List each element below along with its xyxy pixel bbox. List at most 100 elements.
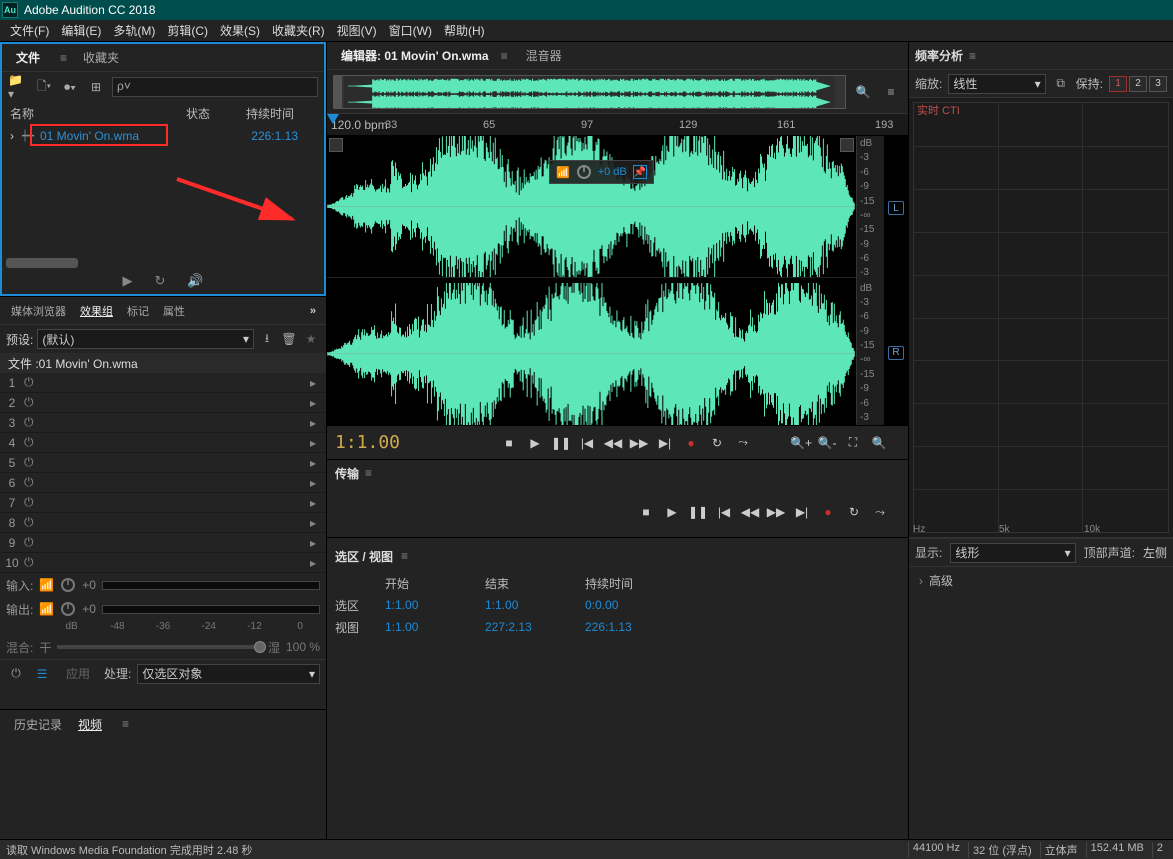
horizontal-scrollbar[interactable] xyxy=(6,258,78,268)
hold-button-1[interactable]: 1 xyxy=(1109,76,1127,92)
channel-left[interactable]: 📶 +0 dB 📌 xyxy=(327,136,856,278)
more-tabs-icon[interactable]: » xyxy=(303,303,322,319)
spectral-toggle-icon[interactable]: ≡ xyxy=(880,85,902,99)
record-button[interactable]: ● xyxy=(679,432,703,454)
channel-right[interactable] xyxy=(327,283,856,425)
frequency-plot[interactable]: 实时 CTI Hz 5k 10k xyxy=(909,98,1173,538)
loop-icon[interactable]: ↻ xyxy=(154,273,165,289)
input-gain-dial[interactable] xyxy=(60,577,76,593)
chevron-right-icon[interactable]: ▸ xyxy=(310,516,326,530)
fx-slot[interactable]: 2⏻▸ xyxy=(0,393,326,413)
power-icon[interactable]: ⏻ xyxy=(24,375,42,390)
chevron-right-icon[interactable]: ▸ xyxy=(310,536,326,550)
favorite-icon[interactable]: ★ xyxy=(302,332,320,346)
skip-end-button[interactable]: ▶| xyxy=(790,501,814,523)
output-gain-dial[interactable] xyxy=(60,601,76,617)
fx-slot[interactable]: 3⏻▸ xyxy=(0,413,326,433)
power-icon[interactable]: ⏻ xyxy=(24,555,42,570)
zoom-in-button[interactable]: 🔍+ xyxy=(789,432,813,454)
hud-gain-dial[interactable] xyxy=(576,164,592,180)
copy-icon[interactable]: ⧉ xyxy=(1052,76,1070,91)
menu-favorites[interactable]: 收藏夹(R) xyxy=(266,20,331,41)
open-file-icon[interactable]: 📁▾ xyxy=(8,78,28,96)
play-button[interactable]: ▶ xyxy=(523,432,547,454)
rack-list-icon[interactable]: ☰ xyxy=(32,667,52,681)
zoom-reset-button[interactable]: 🔍 xyxy=(867,432,891,454)
view-dur[interactable]: 226:1.13 xyxy=(585,620,685,634)
chevron-right-icon[interactable]: ▸ xyxy=(310,416,326,430)
fx-slot[interactable]: 5⏻▸ xyxy=(0,453,326,473)
fast-forward-button[interactable]: ▶▶ xyxy=(627,432,651,454)
power-icon[interactable]: ⏻ xyxy=(24,395,42,410)
bpm-display[interactable]: 120.0 bpm xyxy=(331,118,388,132)
tab-video[interactable]: 视频 xyxy=(70,714,110,735)
sel-start[interactable]: 1:1.00 xyxy=(385,598,485,612)
sel-end[interactable]: 1:1.00 xyxy=(485,598,585,612)
power-icon[interactable]: ⏻ xyxy=(24,535,42,550)
tab-effects-rack[interactable]: 效果组 xyxy=(73,301,120,321)
menu-effects[interactable]: 效果(S) xyxy=(214,20,266,41)
view-end[interactable]: 227:2.13 xyxy=(485,620,585,634)
rewind-button[interactable]: ◀◀ xyxy=(601,432,625,454)
chevron-right-icon[interactable]: ▸ xyxy=(310,456,326,470)
skip-start-button[interactable]: |◀ xyxy=(712,501,736,523)
autoplay-icon[interactable]: 🔊 xyxy=(187,273,203,289)
chevron-right-icon[interactable]: ▸ xyxy=(310,436,326,450)
tab-mixer[interactable]: 混音器 xyxy=(526,47,562,64)
fx-slot[interactable]: 9⏻▸ xyxy=(0,533,326,553)
menu-clip[interactable]: 剪辑(C) xyxy=(161,20,214,41)
overview-handle-right[interactable] xyxy=(837,76,845,108)
chevron-right-icon[interactable]: ▸ xyxy=(310,396,326,410)
rack-power-icon[interactable]: ⏻ xyxy=(6,666,26,681)
pause-button[interactable]: ❚❚ xyxy=(549,432,573,454)
new-file-icon[interactable]: 🗋▾ xyxy=(34,78,54,96)
timeline-ruler[interactable]: 120.0 bpm 33 65 97 129 161 193 xyxy=(327,114,908,136)
overview-waveform[interactable] xyxy=(333,75,846,109)
display-select[interactable]: 线形▾ xyxy=(950,543,1075,563)
tab-markers[interactable]: 标记 xyxy=(120,301,156,321)
col-status[interactable]: 状态 xyxy=(186,105,246,122)
loop-button[interactable]: ↻ xyxy=(705,432,729,454)
waveform-editor[interactable]: 🎧 📶 +0 dB 📌 d xyxy=(327,136,908,425)
stop-button[interactable]: ■ xyxy=(497,432,521,454)
power-icon[interactable]: ⏻ xyxy=(24,455,42,470)
fx-slot[interactable]: 1⏻▸ xyxy=(0,373,326,393)
tab-editor[interactable]: 编辑器: 01 Movin' On.wma xyxy=(333,45,497,66)
fx-slot[interactable]: 10⏻▸ xyxy=(0,553,326,573)
zoom-fit-button[interactable]: ⛶ xyxy=(841,432,865,454)
menu-view[interactable]: 视图(V) xyxy=(331,20,383,41)
zoom-tool-icon[interactable]: 🔍 xyxy=(852,85,874,99)
menu-multitrack[interactable]: 多轨(M) xyxy=(107,20,161,41)
menu-edit[interactable]: 编辑(E) xyxy=(55,20,107,41)
chevron-right-icon[interactable]: ▸ xyxy=(310,376,326,390)
fx-slot[interactable]: 7⏻▸ xyxy=(0,493,326,513)
chevron-right-icon[interactable]: ▸ xyxy=(310,556,326,570)
delete-preset-icon[interactable]: 🗑 xyxy=(280,332,298,346)
panel-menu-icon[interactable]: ≡ xyxy=(52,49,75,67)
save-preset-icon[interactable]: ⭳ xyxy=(258,329,276,350)
skip-start-button[interactable]: |◀ xyxy=(575,432,599,454)
col-name[interactable]: 名称 xyxy=(10,105,186,122)
preset-select[interactable]: (默认)▾ xyxy=(37,329,254,349)
panel-menu-icon[interactable]: ≡ xyxy=(501,49,508,63)
hold-button-2[interactable]: 2 xyxy=(1129,76,1147,92)
record-file-icon[interactable]: ⏺▾ xyxy=(60,78,80,96)
menu-window[interactable]: 窗口(W) xyxy=(383,20,438,41)
power-icon[interactable]: ⏻ xyxy=(24,415,42,430)
overview-handle-left[interactable] xyxy=(334,76,342,108)
skip-selection-button[interactable]: ⤳ xyxy=(731,432,755,454)
power-icon[interactable]: ⏻ xyxy=(24,475,42,490)
loop-button[interactable]: ↻ xyxy=(842,501,866,523)
power-icon[interactable]: ⏻ xyxy=(24,435,42,450)
advanced-toggle[interactable]: › 高级 xyxy=(909,566,1173,594)
hud-volume-icon[interactable]: 📶 xyxy=(556,166,570,179)
panel-menu-icon[interactable]: ≡ xyxy=(969,49,976,63)
fx-slot[interactable]: 8⏻▸ xyxy=(0,513,326,533)
playhead-icon[interactable] xyxy=(327,114,339,124)
channel-badge-right[interactable]: R xyxy=(888,346,904,360)
panel-menu-icon[interactable]: ≡ xyxy=(365,466,372,480)
skip-end-button[interactable]: ▶| xyxy=(653,432,677,454)
zoom-out-button[interactable]: 🔍- xyxy=(815,432,839,454)
process-select[interactable]: 仅选区对象▾ xyxy=(137,664,320,684)
expand-caret-icon[interactable]: › xyxy=(10,129,22,143)
